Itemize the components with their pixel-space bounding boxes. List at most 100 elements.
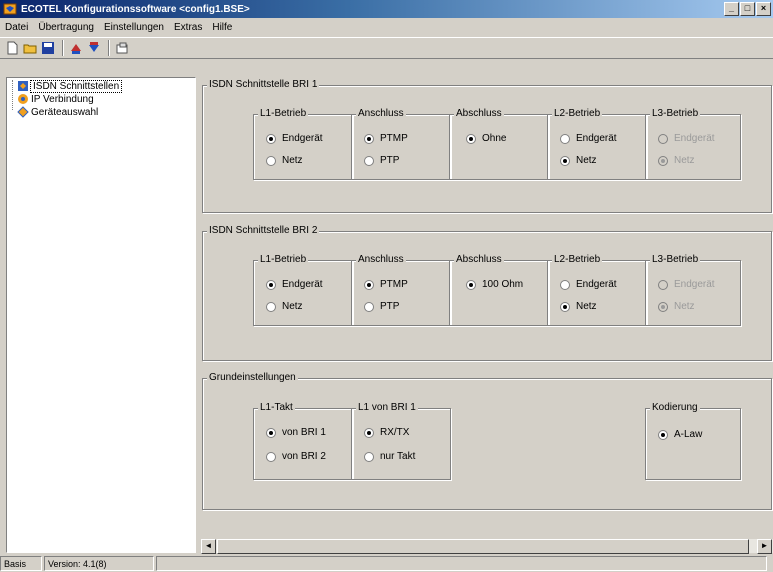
radio-unchecked [560,279,570,290]
radio-checked [266,427,276,438]
radio-checked [466,133,476,144]
bri2-abschluss-title: Abschluss [454,254,504,265]
window-title: ECOTEL Konfigurationssoftware <config1.B… [21,3,250,15]
bri2-anschluss-title: Anschluss [356,254,406,265]
bri2-l3-netz: Netz [658,301,695,312]
radio-unchecked [266,155,276,166]
bri2-l1-title: L1-Betrieb [258,254,309,265]
upload-button[interactable] [68,40,84,56]
scroll-thumb[interactable] [217,539,749,554]
tree-item-isdn[interactable]: ISDN Schnittstellen [7,80,195,93]
l1-rxtx[interactable]: RX/TX [364,427,409,438]
status-empty [156,556,767,571]
radio-unchecked [560,133,570,144]
tree-item-ip[interactable]: IP Verbindung [7,93,195,106]
open-folder-button[interactable] [22,40,38,56]
navigation-tree[interactable]: ISDN Schnittstellen IP Verbindung Geräte… [6,77,196,553]
bri2-l2-endgeraet[interactable]: Endgerät [560,279,617,290]
radio-checked [266,133,276,144]
menu-hilfe[interactable]: Hilfe [207,22,237,33]
bri1-l3-group: L3-Betrieb Endgerät Netz [645,108,741,180]
kodierung-title: Kodierung [650,402,700,413]
takt-von-bri1[interactable]: von BRI 1 [266,427,326,438]
bri2-l1-netz[interactable]: Netz [266,301,303,312]
radio-checked [466,279,476,290]
radio-checked [658,429,668,440]
radio-unchecked [658,279,668,290]
l1-bri1-title: L1 von BRI 1 [356,402,418,413]
minimize-button[interactable]: _ [724,2,739,16]
basic-title: Grundeinstellungen [207,372,298,383]
bri1-l1-netz[interactable]: Netz [266,155,303,166]
bri1-ptmp[interactable]: PTMP [364,133,408,144]
properties-button[interactable] [114,40,130,56]
l1-nur-takt[interactable]: nur Takt [364,451,415,462]
takt-title: L1-Takt [258,402,295,413]
bri2-l3-title: L3-Betrieb [650,254,701,265]
toolbar [0,37,773,59]
radio-unchecked [266,451,276,462]
toolbar-separator [108,40,110,56]
bri2-l1-endgeraet[interactable]: Endgerät [266,279,323,290]
radio-checked [364,133,374,144]
scroll-right-button[interactable]: ► [757,539,772,554]
menu-datei[interactable]: Datei [0,22,33,33]
status-version: Version: 4.1(8) [44,556,154,571]
radio-checked [266,279,276,290]
bri1-anschluss-group: Anschluss PTMP PTP [351,108,451,180]
menu-uebertragung[interactable]: Übertragung [33,22,99,33]
bri1-l2-netz[interactable]: Netz [560,155,597,166]
save-button[interactable] [40,40,56,56]
kodierung-alaw[interactable]: A-Law [658,429,702,440]
bri1-l2-endgeraet[interactable]: Endgerät [560,133,617,144]
bri1-ohne[interactable]: Ohne [466,133,506,144]
bri1-l3-netz: Netz [658,155,695,166]
status-mode: Basis [0,556,42,571]
title-bar: ECOTEL Konfigurationssoftware <config1.B… [0,0,773,18]
bri1-l1-endgeraet[interactable]: Endgerät [266,133,323,144]
radio-unchecked [364,451,374,462]
scroll-left-button[interactable]: ◄ [201,539,216,554]
new-file-button[interactable] [4,40,20,56]
transfer-down-icon [89,42,99,52]
takt-von-bri2[interactable]: von BRI 2 [266,451,326,462]
radio-checked [658,301,668,312]
status-bar: Basis Version: 4.1(8) [0,555,773,572]
bri2-title: ISDN Schnittstelle BRI 2 [207,225,320,236]
bri2-anschluss-group: Anschluss PTMP PTP [351,254,451,326]
bri2-l2-netz[interactable]: Netz [560,301,597,312]
maximize-button[interactable]: □ [740,2,755,16]
bri2-ptmp[interactable]: PTMP [364,279,408,290]
bri2-100-ohm[interactable]: 100 Ohm [466,279,523,290]
close-button[interactable]: × [756,2,771,16]
tree-item-device[interactable]: Geräteauswahl [7,106,195,119]
menu-einstellungen[interactable]: Einstellungen [99,22,169,33]
bri1-ptp[interactable]: PTP [364,155,399,166]
bri1-l3-title: L3-Betrieb [650,108,701,119]
radio-unchecked [364,301,374,312]
new-file-icon [7,41,18,55]
group-bri1: ISDN Schnittstelle BRI 1 L1-Betrieb Endg… [202,79,772,213]
network-icon [18,94,28,104]
radio-unchecked [266,301,276,312]
radio-checked [560,301,570,312]
transfer-up-icon [71,44,81,54]
bri1-title: ISDN Schnittstelle BRI 1 [207,79,320,90]
radio-unchecked [364,155,374,166]
bri1-anschluss-title: Anschluss [356,108,406,119]
bri2-l3-group: L3-Betrieb Endgerät Netz [645,254,741,326]
download-button[interactable] [86,40,102,56]
radio-checked [364,427,374,438]
menu-bar: Datei Übertragung Einstellungen Extras H… [0,18,773,36]
bri1-l3-endgeraet: Endgerät [658,133,715,144]
bri2-l2-title: L2-Betrieb [552,254,603,265]
device-icon [17,106,29,118]
bri2-ptp[interactable]: PTP [364,301,399,312]
horizontal-scrollbar[interactable]: ◄ ► [201,538,773,554]
radio-checked [658,155,668,166]
bri2-l3-endgeraet: Endgerät [658,279,715,290]
content-panel: ISDN Schnittstelle BRI 1 L1-Betrieb Endg… [200,77,773,553]
bri1-l1-title: L1-Betrieb [258,108,309,119]
menu-extras[interactable]: Extras [169,22,207,33]
folder-icon [23,44,37,54]
